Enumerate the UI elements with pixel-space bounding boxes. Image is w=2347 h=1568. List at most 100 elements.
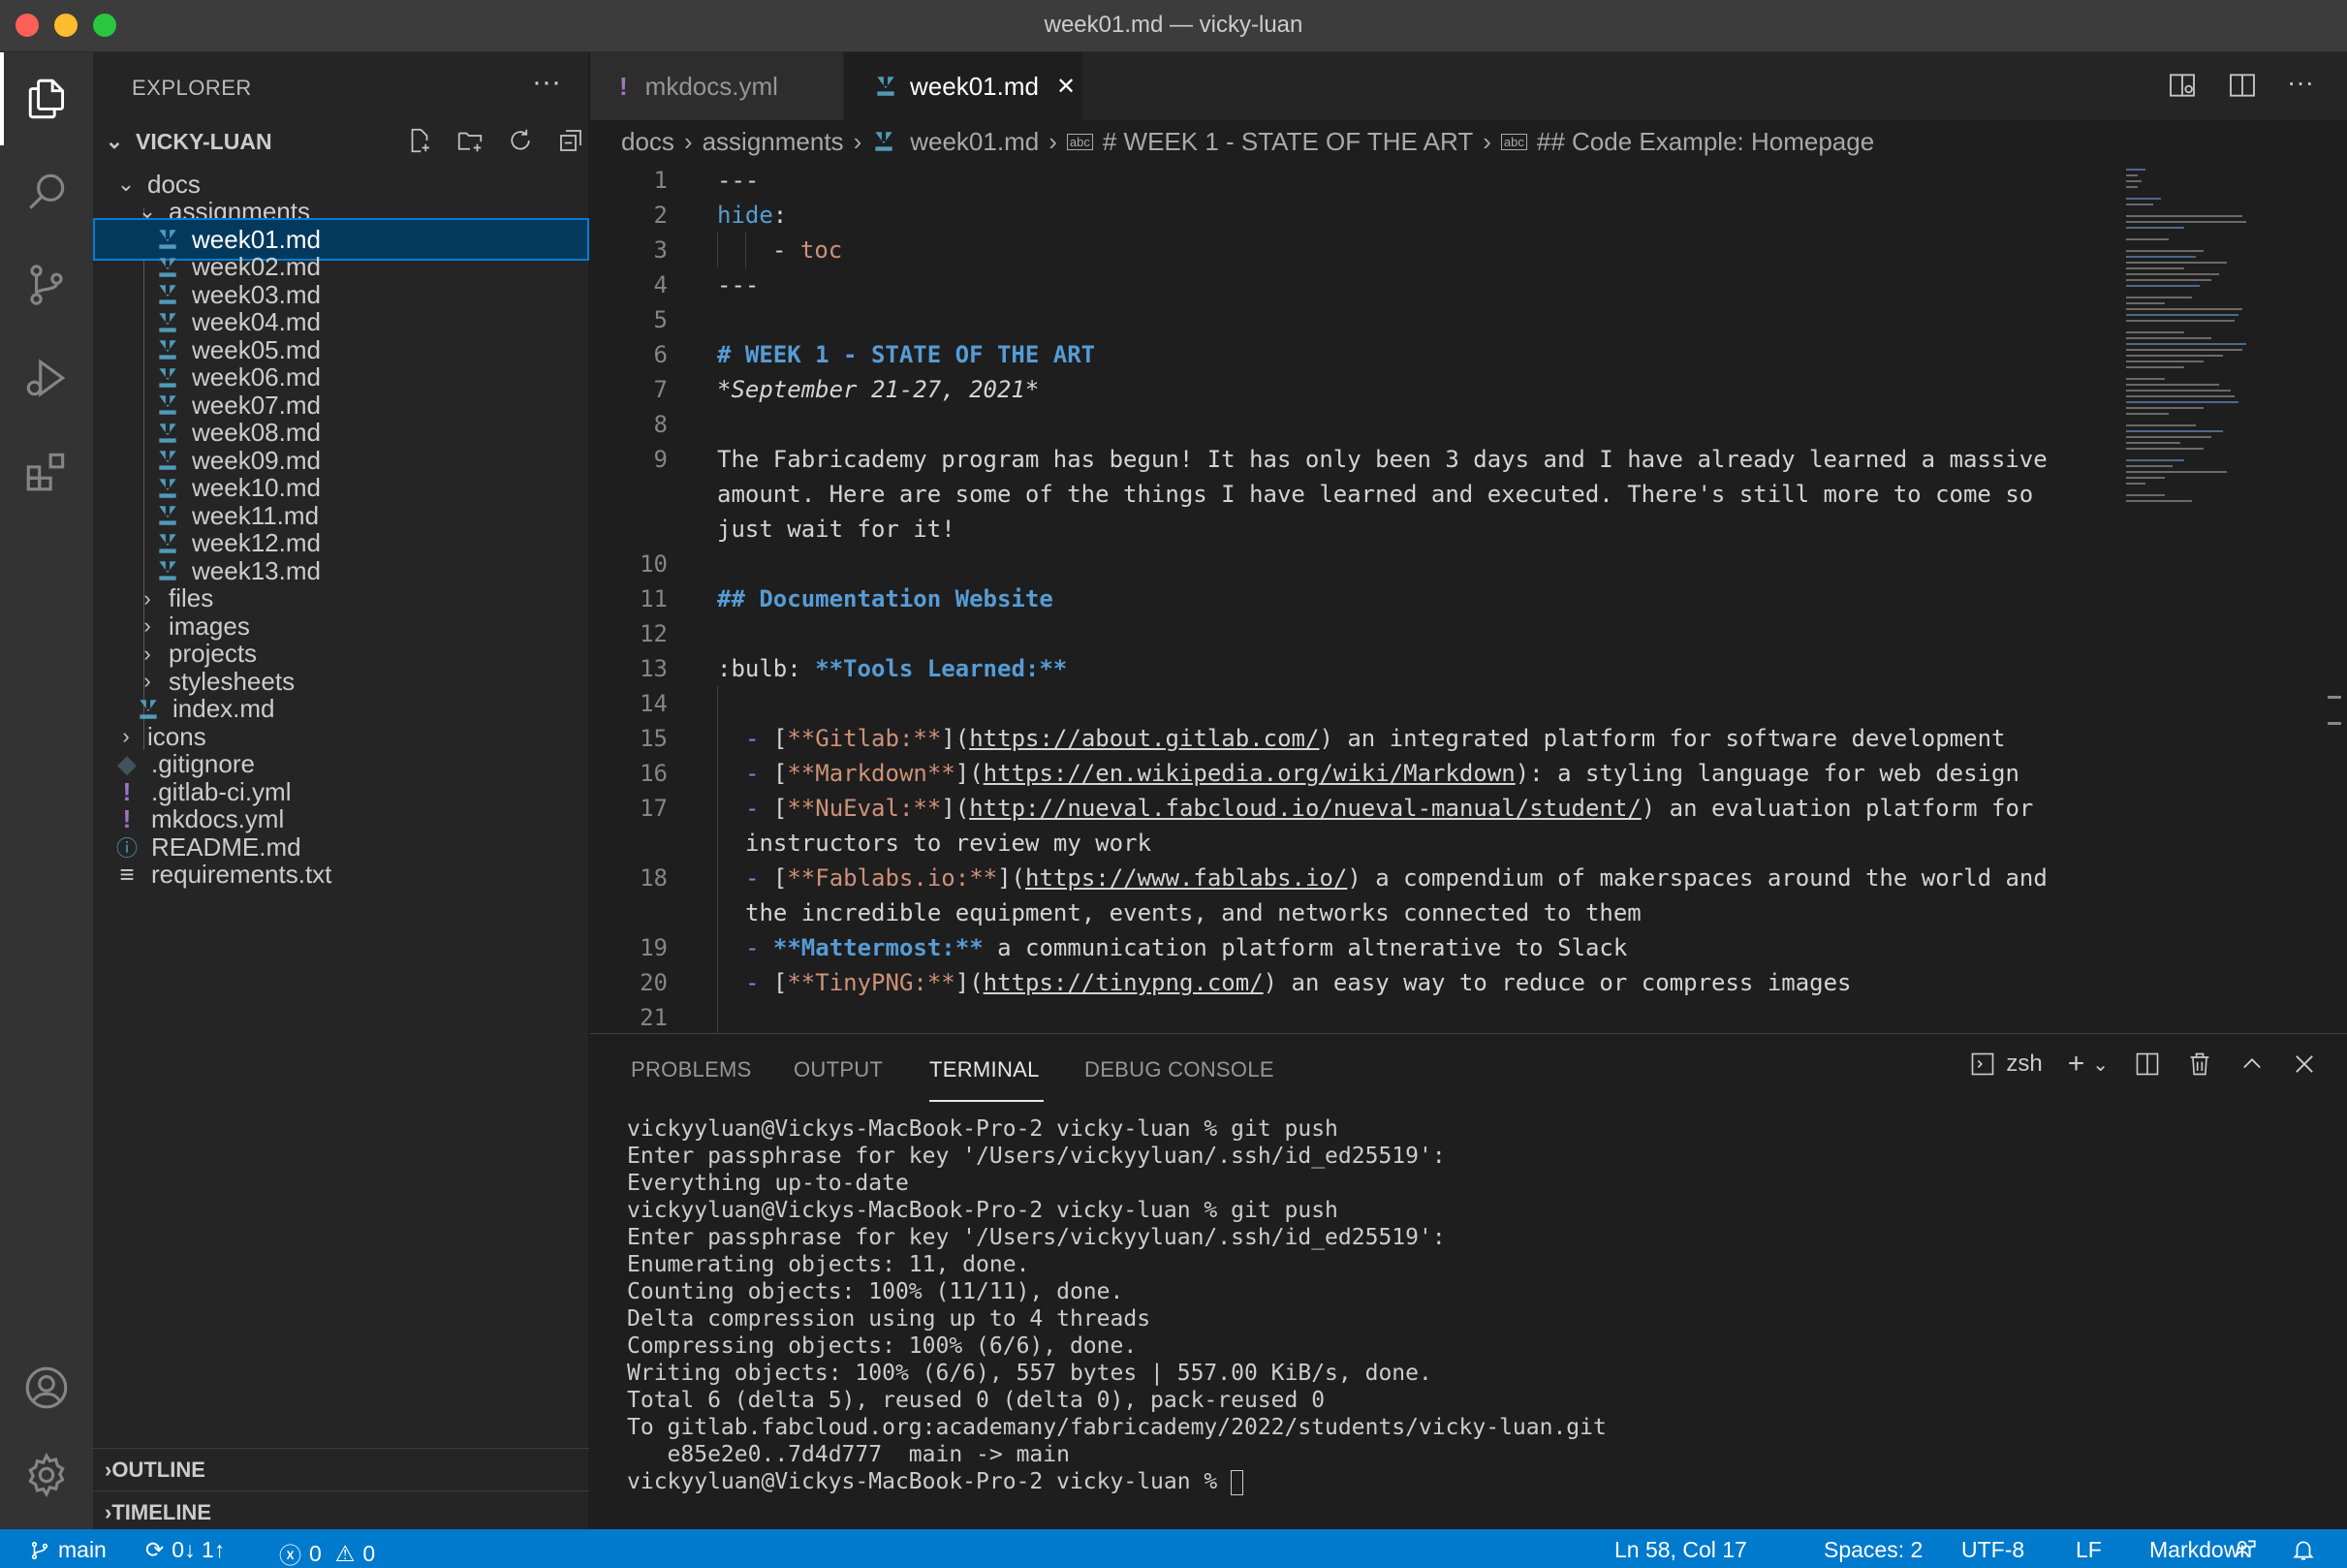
- bold-text: **Tools Learned:**: [815, 655, 1068, 682]
- minimap-line: [2126, 267, 2184, 269]
- explorer-header: EXPLORER: [132, 76, 252, 100]
- minimap-line: [2126, 337, 2211, 339]
- collapse-all-icon[interactable]: [556, 126, 585, 155]
- refresh-icon[interactable]: [506, 126, 535, 155]
- minimap-line: [2126, 448, 2204, 450]
- breadcrumb-item[interactable]: # WEEK 1 - STATE OF THE ART: [1103, 127, 1473, 157]
- minimap-line: [2126, 262, 2227, 264]
- line-number: 7: [653, 376, 668, 403]
- line-number: 16: [640, 760, 668, 787]
- minimap-line: [2126, 407, 2204, 409]
- minimap[interactable]: [2116, 163, 2310, 1033]
- code-line-9a: The Fabricademy program has begun! It ha…: [717, 446, 2048, 473]
- breadcrumb-item[interactable]: assignments: [703, 127, 844, 157]
- account-icon[interactable]: [0, 1341, 93, 1434]
- code-line-17-wrap: instructors to review my work: [745, 830, 1152, 857]
- explorer-icon[interactable]: [0, 52, 93, 145]
- line-number: 17: [640, 795, 668, 822]
- terminal-line: Total 6 (delta 5), reused 0 (delta 0), p…: [627, 1388, 1326, 1413]
- terminal-prompt[interactable]: vickyyluan@Vickys-MacBook-Pro-2 vicky-lu…: [627, 1468, 1607, 1495]
- chevron-down-icon: ⌄: [105, 129, 124, 153]
- encoding[interactable]: UTF-8: [1961, 1537, 2024, 1563]
- minimap-line: [2126, 384, 2219, 386]
- problems-indicator[interactable]: ⓧ 0 ⚠ 0: [279, 1537, 375, 1568]
- line-number: 9: [653, 446, 668, 473]
- line-number: 20: [640, 969, 668, 996]
- minimap-line: [2126, 500, 2192, 502]
- notifications-icon[interactable]: [2291, 1537, 2316, 1562]
- link-text: **Fablabs.io:**: [787, 864, 998, 892]
- terminal-shell-selector[interactable]: zsh: [1969, 1051, 2043, 1078]
- run-debug-icon[interactable]: [0, 331, 93, 424]
- code-line-2: hide:: [717, 198, 787, 233]
- tab-week01-md[interactable]: week01.md ✕: [844, 52, 1082, 120]
- explorer-more-button[interactable]: ···: [532, 66, 561, 99]
- tab-problems[interactable]: PROBLEMS: [631, 1057, 752, 1082]
- new-terminal-icon[interactable]: +: [2068, 1048, 2085, 1081]
- code-line-1: ---: [717, 167, 760, 194]
- tab-terminal[interactable]: TERMINAL: [929, 1057, 1040, 1082]
- terminal-line: To gitlab.fabcloud.org:academany/fabrica…: [627, 1415, 1607, 1440]
- code-line-9b: amount. Here are some of the things I ha…: [717, 481, 2034, 508]
- line-number: 2: [653, 202, 668, 229]
- code-editor[interactable]: 1 2 3 4 5 6 7 8 9 10 11 12 13 14 15 16 17 18 19 20 21 --- hi…: [590, 163, 2347, 1033]
- status-bar: main ⟳ 0↓ 1↑ ⓧ 0 ⚠ 0 Ln 58, Col 17 Space…: [0, 1529, 2347, 1568]
- outline-section[interactable]: › OUTLINE: [93, 1448, 589, 1490]
- minimap-line: [2126, 308, 2242, 310]
- scrollbar-marker[interactable]: [2328, 696, 2341, 725]
- minimap-line: [2126, 424, 2196, 426]
- tab-output[interactable]: OUTPUT: [794, 1057, 883, 1082]
- minimap-line: [2126, 349, 2242, 351]
- split-editor-icon[interactable]: [2227, 70, 2258, 101]
- yaml-dash: -: [772, 236, 800, 264]
- branch-indicator[interactable]: main: [29, 1537, 107, 1563]
- breadcrumb-item[interactable]: docs: [621, 127, 674, 157]
- split-terminal-icon[interactable]: [2134, 1051, 2161, 1078]
- terminal-line: Compressing objects: 100% (6/6), done.: [627, 1333, 1138, 1359]
- extensions-icon[interactable]: [0, 424, 93, 517]
- line-text: ): a styling language for web design: [1515, 760, 2019, 787]
- breadcrumb-item[interactable]: week01.md: [910, 127, 1039, 157]
- timeline-section[interactable]: › TIMELINE: [93, 1490, 589, 1533]
- chevron-right-icon: ›: [1048, 126, 1057, 156]
- link-url[interactable]: https://www.fablabs.io/: [1025, 864, 1347, 892]
- source-control-icon[interactable]: [0, 238, 93, 331]
- emoji-shortcode: :bulb:: [717, 655, 816, 682]
- chevron-down-icon[interactable]: ⌄: [2092, 1052, 2109, 1077]
- new-file-icon[interactable]: [405, 126, 434, 155]
- list-dash: -: [745, 969, 773, 996]
- maximize-panel-icon[interactable]: [2238, 1051, 2266, 1078]
- terminal-line: Enumerating objects: 11, done.: [627, 1252, 1030, 1277]
- link-url[interactable]: https://tinypng.com/: [984, 969, 1264, 996]
- gear-icon[interactable]: [0, 1428, 93, 1521]
- minimap-line: [2126, 279, 2211, 281]
- warning-icon: ⚠: [334, 1540, 356, 1566]
- close-tab-icon[interactable]: ✕: [1056, 73, 1076, 101]
- feedback-icon[interactable]: [2233, 1537, 2258, 1562]
- minimap-line: [2126, 180, 2142, 182]
- cursor-position[interactable]: Ln 58, Col 17: [1614, 1537, 1747, 1563]
- tab-debug-console[interactable]: DEBUG CONSOLE: [1084, 1057, 1274, 1082]
- sync-indicator[interactable]: ⟳ 0↓ 1↑: [145, 1537, 225, 1563]
- trash-icon[interactable]: [2186, 1051, 2213, 1078]
- minimap-line: [2126, 285, 2200, 287]
- search-icon[interactable]: [0, 145, 93, 238]
- new-folder-icon[interactable]: [455, 126, 485, 155]
- link-url[interactable]: https://about.gitlab.com/: [969, 725, 1319, 752]
- terminal-output[interactable]: vickyyluan@Vickys-MacBook-Pro-2 vicky-lu…: [627, 1115, 1607, 1495]
- line-text: ) an evaluation platform for: [1641, 795, 2034, 822]
- terminal-icon: [1972, 1052, 1994, 1076]
- list-dash: -: [745, 934, 773, 961]
- indentation[interactable]: Spaces: 2: [1824, 1537, 1923, 1563]
- tab-mkdocs-yml[interactable]: ! mkdocs.yml: [590, 52, 844, 120]
- link-url[interactable]: http://nueval.fabcloud.io/nueval-manual/…: [969, 795, 1642, 822]
- bottom-panel: PROBLEMS OUTPUT TERMINAL DEBUG CONSOLE z…: [590, 1033, 2347, 1529]
- open-preview-icon[interactable]: [2167, 70, 2198, 101]
- more-actions-icon[interactable]: ···: [2287, 69, 2314, 101]
- breadcrumb-item[interactable]: ## Code Example: Homepage: [1537, 127, 1874, 157]
- minimap-line: [2126, 343, 2246, 345]
- close-panel-icon[interactable]: [2291, 1051, 2318, 1078]
- link-url[interactable]: https://en.wikipedia.org/wiki/Markdown: [984, 760, 1516, 787]
- line-ending[interactable]: LF: [2076, 1537, 2102, 1563]
- tree-item[interactable]: ≡ requirements.txt: [93, 854, 589, 896]
